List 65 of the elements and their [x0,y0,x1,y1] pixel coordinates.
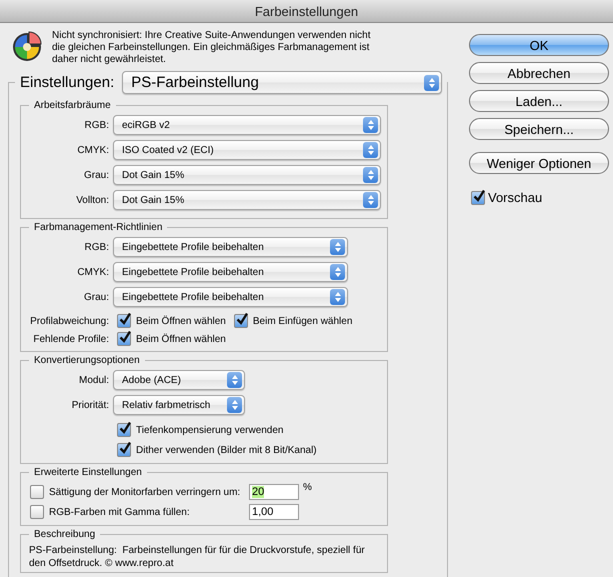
checkbox-label: Dither verwenden (Bilder mit 8 Bit/Kanal) [136,444,317,456]
group-title: Konvertierungsoptionen [34,355,140,366]
checkbox-label: Sättigung der Monitorfarben verringern um: [49,486,240,498]
dropdown[interactable]: PS-Farbeinstellung [122,71,442,94]
input-field[interactable]: 20 [249,484,299,500]
window-title: Farbeinstellungen [254,4,358,18]
field-label: Profilabweichung: [29,316,110,326]
checkbox-label: Beim Einfügen wählen [252,316,352,326]
checkbox[interactable] [117,332,131,346]
dropdown[interactable]: ISO Coated v2 (ECI) [113,140,381,160]
checkbox-label: Tiefenkompensierung verwenden [136,424,284,436]
checkbox-label: Beim Öffnen wählen [136,334,226,344]
checkbox-label: Vorschau [488,190,542,205]
checkbox[interactable] [117,443,131,457]
field-label: Fehlende Profile: [32,334,110,344]
checkbox[interactable] [30,505,44,519]
dropdown[interactable]: Relativ farbmetrisch [113,395,245,415]
field-label: CMYK: [76,266,110,278]
stepper-icon [363,167,378,183]
dropdown[interactable]: Eingebettete Profile beibehalten [113,262,348,282]
field-label: Grau: [82,170,110,180]
dropdown[interactable]: Dot Gain 15% [113,190,381,210]
unit-label: % [302,482,313,493]
stepper-icon [330,289,345,305]
checkbox-label: Beim Öffnen wählen [136,316,226,326]
stepper-icon [330,264,345,280]
dropdown[interactable]: Adobe (ACE) [113,370,245,390]
dialog-button[interactable]: OK [469,34,609,56]
color-wheel-icon [11,30,43,62]
warning-message: Nicht synchronisiert: Ihre Creative Suite-Anwendungen verwenden nicht die gleichen Farbeinstellungen. Ein gleichmäßiges Farbmanagement ist daher nicht gewährleistet. [52,30,372,66]
group-title: Arbeitsfarbräume [34,100,111,111]
field-label: Priorität: [70,400,110,410]
stepper-icon [227,397,242,413]
field-label: Vollton: [75,194,110,206]
stepper-icon [363,117,378,133]
dialog-button[interactable]: Laden... [469,90,609,112]
dialog-button[interactable]: Weniger Optionen [469,152,609,174]
field-label: RGB: [84,242,110,252]
input-field[interactable]: 1,00 [249,504,299,520]
stepper-icon [363,192,378,208]
group-title: Beschreibung [34,529,96,540]
field-label: Grau: [82,292,110,302]
checkbox[interactable] [117,314,131,328]
checkbox[interactable] [30,485,44,499]
stepper-icon [363,142,378,158]
field-label: CMYK: [76,144,110,156]
group-title: Erweiterte Einstellungen [34,467,142,478]
checkbox[interactable] [234,314,248,328]
description-text: PS-Farbeinstellung: Farbeinstellungen für für die Druckvorstufe, speziell für den Offsetdruck. © www.repro.at [28,544,366,571]
checkbox[interactable] [471,190,485,204]
dropdown[interactable]: Eingebettete Profile beibehalten [113,237,348,257]
dropdown[interactable]: Dot Gain 15% [113,165,381,185]
dialog-button[interactable]: Abbrechen [469,62,609,84]
checkbox-label: RGB-Farben mit Gamma füllen: [49,506,190,518]
settings-label: Einstellungen: [20,76,114,90]
dropdown[interactable]: Eingebettete Profile beibehalten [113,287,348,307]
group-title: Farbmanagement-Richtlinien [34,222,162,233]
field-label: Modul: [78,374,110,386]
stepper-icon [227,372,242,388]
dialog-button[interactable]: Speichern... [469,118,609,140]
stepper-icon [330,239,345,255]
stepper-icon [424,74,440,90]
dropdown[interactable]: eciRGB v2 [113,115,381,135]
field-label: RGB: [84,120,110,130]
checkbox[interactable] [117,423,131,437]
